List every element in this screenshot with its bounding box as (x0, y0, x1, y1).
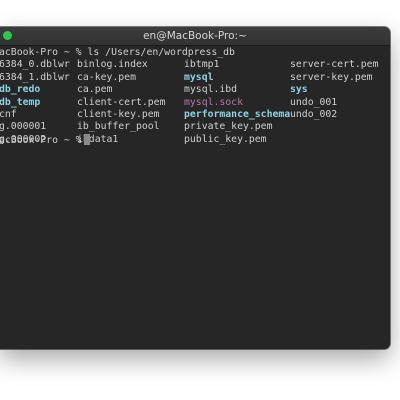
directory-entry: performance_schema (184, 109, 291, 120)
prompt-line[interactable]: acBook-Pro ~ % (0, 133, 90, 147)
file-entry: client-cert.pem (77, 96, 166, 108)
directory-entry: db_temp (0, 96, 41, 108)
file-entry: ib_buffer_pool (77, 121, 160, 133)
prompt-text: acBook-Pro ~ % (0, 134, 82, 146)
file-entry: server-cert.pem (290, 59, 379, 71)
file-entry: client-key.pem (77, 109, 160, 120)
file-entry: ibtmp1 (184, 59, 220, 71)
file-entry: g.000001 (0, 121, 47, 133)
directory-entry: sys (290, 84, 308, 96)
window-title: en@MacBook-Pro:~ (143, 30, 247, 42)
file-entry: 6384_0.dblwr (0, 59, 70, 71)
file-entry: private_key.pem (184, 121, 273, 133)
directory-entry: db_redo (0, 84, 41, 96)
file-entry: public_key.pem (184, 133, 267, 145)
file-entry: mysql.ibd (184, 84, 238, 96)
command-line: acBook-Pro ~ % ls /Users/en/wordpress_db (0, 47, 235, 58)
file-entry: undo_001 (290, 96, 338, 108)
title-bar[interactable]: en@MacBook-Pro:~ (0, 27, 390, 46)
file-entry: server-key.pem (290, 71, 373, 83)
file-entry: ca.pem (77, 84, 113, 96)
file-entry: 6384_1.dblwr (0, 71, 70, 83)
file-entry: undo_002 (290, 109, 338, 120)
file-entry: binlog.index (77, 59, 148, 71)
terminal-output[interactable]: acBook-Pro ~ % ls /Users/en/wordpress_db… (0, 46, 390, 349)
terminal-window: en@MacBook-Pro:~ acBook-Pro ~ % ls /User… (0, 27, 390, 349)
file-entry: ca-key.pem (77, 71, 136, 83)
directory-entry: mysql (184, 71, 214, 83)
file-entry: cnf (0, 109, 17, 120)
text-cursor (83, 133, 90, 145)
socket-entry: mysql.sock (184, 96, 243, 108)
